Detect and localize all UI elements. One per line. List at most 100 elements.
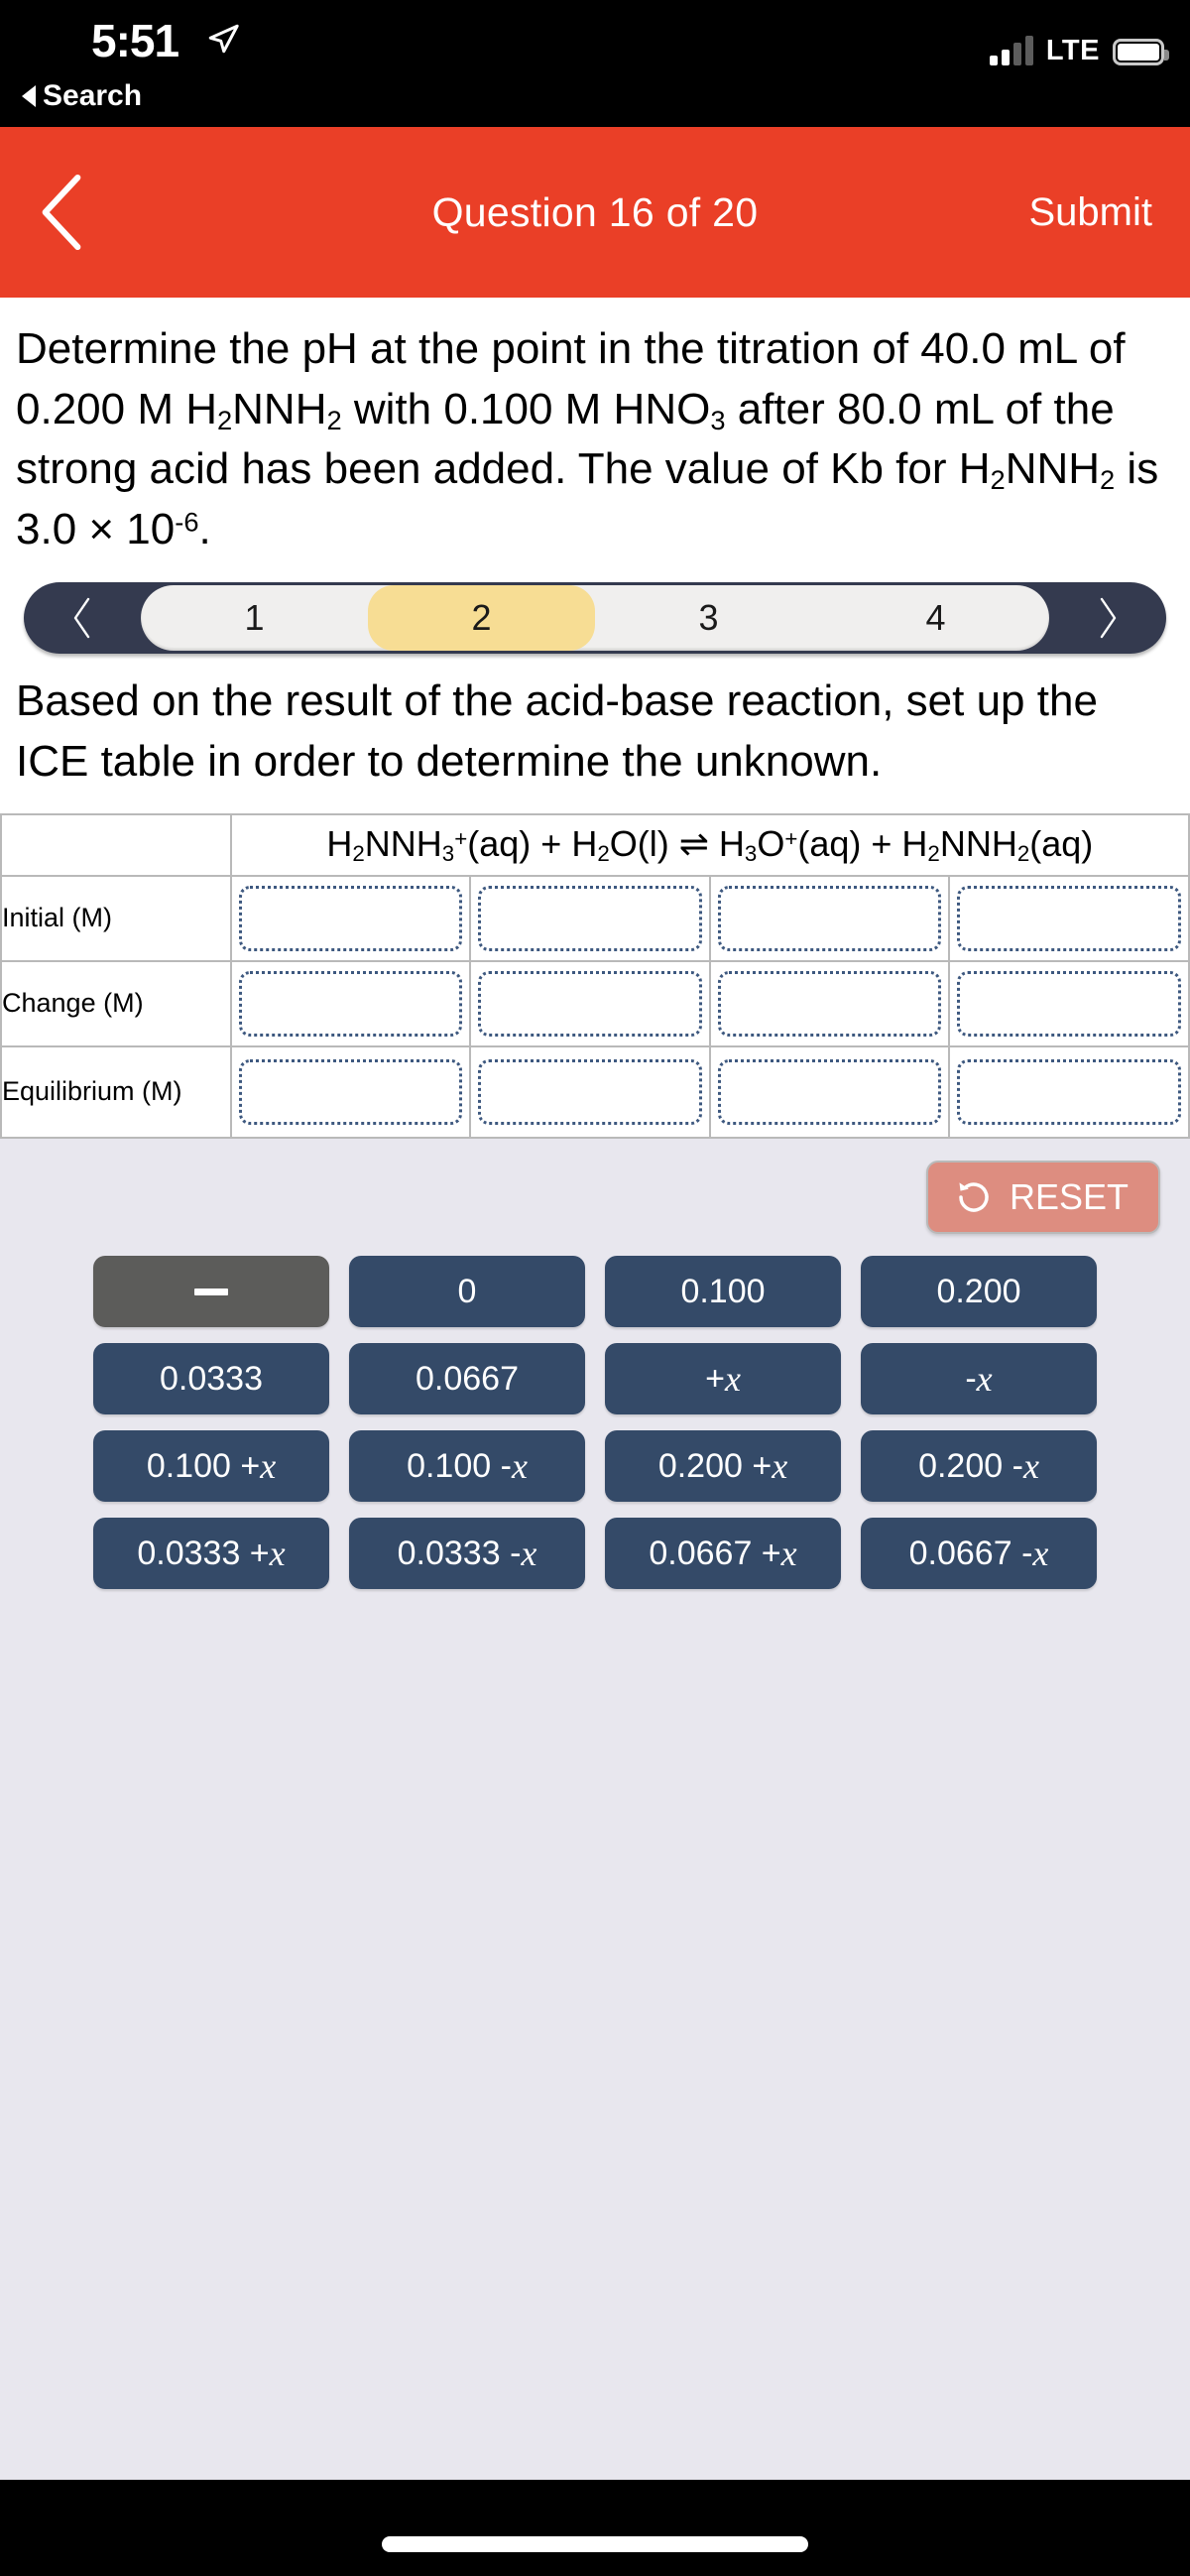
home-bar[interactable] xyxy=(382,2536,808,2552)
back-to-search-link[interactable]: Search xyxy=(22,79,142,113)
question-segment: with 0.100 M HNO xyxy=(341,384,711,433)
answer-tile-grid: 0 0.100 0.200 0.0333 0.0667 + x - x 0.100 + x 0.10… xyxy=(0,1234,1190,1589)
drop-zone[interactable] xyxy=(717,1059,942,1126)
tile-variable: x xyxy=(772,1446,788,1486)
page-title: Question 16 of 20 xyxy=(431,188,759,235)
tile-label: 0.0333 - xyxy=(397,1533,522,1572)
rotate-ccw-icon xyxy=(959,1182,989,1212)
step-track: 1 2 3 4 xyxy=(141,584,1049,651)
tile-variable: x xyxy=(1022,1446,1039,1486)
answer-tile[interactable]: 0.0333 - x xyxy=(349,1518,585,1589)
drop-cell-initial-4[interactable] xyxy=(948,875,1190,963)
question-segment: NNH xyxy=(232,384,327,433)
step-next-button[interactable] xyxy=(1049,582,1166,654)
drop-cell-change-2[interactable] xyxy=(469,960,711,1048)
drop-zone[interactable] xyxy=(478,1059,702,1126)
answer-tile[interactable]: 0.0667 + x xyxy=(605,1518,841,1589)
drop-zone[interactable] xyxy=(717,886,942,952)
drop-cell-equilibrium-2[interactable] xyxy=(469,1045,711,1140)
drop-zone[interactable] xyxy=(957,1059,1181,1126)
answer-tile[interactable]: 0.100 xyxy=(605,1256,841,1327)
answer-tile[interactable]: 0.100 + x xyxy=(93,1430,329,1502)
reset-button[interactable]: RESET xyxy=(925,1161,1160,1234)
table-row: Initial (M) xyxy=(0,875,1190,963)
drop-cell-change-3[interactable] xyxy=(708,960,951,1048)
tile-label: 0.200 + xyxy=(657,1446,773,1485)
tile-variable: x xyxy=(976,1359,993,1399)
table-row: Equilibrium (M) xyxy=(0,1045,1190,1140)
drop-zone[interactable] xyxy=(957,971,1181,1038)
equation-reactant-1: H2NNH3+(aq) xyxy=(326,823,532,867)
instruction-text: Based on the result of the acid-base rea… xyxy=(16,675,1098,786)
chevron-left-icon xyxy=(73,597,90,639)
drop-zone[interactable] xyxy=(238,1059,463,1126)
equation-product-2: H2NNH2(aq) xyxy=(901,823,1094,867)
step-navigator-wrapper: 1 2 3 4 xyxy=(0,560,1190,654)
ice-table-wrapper: H2NNH3+(aq) + H2O(l) ⇌ H3O+(aq) + H2NNH2… xyxy=(0,813,1190,1140)
tile-label: 0.100 xyxy=(680,1272,766,1310)
tile-label: 0.100 - xyxy=(407,1446,512,1485)
question-prompt: Determine the pH at the point in the tit… xyxy=(0,298,1190,560)
answer-tile[interactable]: 0.0667 - x xyxy=(861,1518,1097,1589)
question-body: Determine the pH at the point in the tit… xyxy=(0,298,1190,1140)
step-navigator: 1 2 3 4 xyxy=(24,581,1166,654)
answer-tile[interactable]: 0.200 xyxy=(861,1256,1097,1327)
row-label-change: Change (M) xyxy=(0,960,232,1048)
answer-tile[interactable]: 0.0333 + x xyxy=(93,1518,329,1589)
tile-variable: x xyxy=(511,1446,528,1486)
answer-tile[interactable]: 0.100 - x xyxy=(349,1430,585,1502)
drop-cell-equilibrium-3[interactable] xyxy=(708,1045,951,1140)
drop-zone[interactable] xyxy=(478,971,702,1038)
app-header-bar: Question 16 of 20 Submit xyxy=(0,127,1190,298)
step-item-4[interactable]: 4 xyxy=(822,585,1049,651)
step-item-2[interactable]: 2 xyxy=(368,584,595,651)
drop-cell-initial-3[interactable] xyxy=(708,875,951,963)
back-to-search-label: Search xyxy=(43,79,143,112)
question-segment: 2 xyxy=(1100,464,1116,496)
step-item-3[interactable]: 3 xyxy=(595,585,822,651)
answer-tile[interactable]: + x xyxy=(605,1343,841,1414)
tile-label: 0.200 - xyxy=(918,1446,1023,1485)
ice-corner-cell xyxy=(0,813,232,878)
drop-zone[interactable] xyxy=(238,886,463,952)
triangle-left-icon xyxy=(22,85,36,107)
chevron-right-icon xyxy=(1100,597,1117,639)
answer-tile[interactable]: 0.200 + x xyxy=(605,1430,841,1502)
drop-cell-equilibrium-1[interactable] xyxy=(229,1045,472,1140)
drop-zone[interactable] xyxy=(238,971,463,1038)
drop-zone[interactable] xyxy=(717,971,942,1038)
answer-tile[interactable]: 0.200 - x xyxy=(861,1430,1097,1502)
answer-tile[interactable]: -x xyxy=(861,1343,1097,1414)
tile-label: 0.0667 xyxy=(416,1359,519,1398)
phone-screen: 5:51 Search LTE Question 16 of 20 Submit… xyxy=(0,0,1190,2576)
question-segment: -6 xyxy=(175,506,199,538)
equation-arrow: ⇌ xyxy=(668,823,719,865)
reset-label: RESET xyxy=(1009,1176,1129,1217)
equation-plus-1: + xyxy=(531,823,572,865)
step-item-1[interactable]: 1 xyxy=(141,585,368,651)
drop-cell-change-1[interactable] xyxy=(229,960,472,1048)
question-segment: 2 xyxy=(216,404,233,435)
step-prev-button[interactable] xyxy=(24,582,141,654)
answer-tile[interactable] xyxy=(93,1256,329,1327)
drop-cell-initial-1[interactable] xyxy=(229,875,472,963)
tile-variable: x xyxy=(269,1533,286,1573)
tile-label: 0.0333 + xyxy=(137,1533,270,1572)
answer-tile[interactable]: 0.0333 xyxy=(93,1343,329,1414)
drop-zone[interactable] xyxy=(478,886,702,952)
answer-tile[interactable]: 0 xyxy=(349,1256,585,1327)
tile-label: 0.0667 + xyxy=(649,1533,781,1572)
question-segment: . xyxy=(198,505,211,554)
status-time: 5:51 xyxy=(91,15,179,66)
table-row: Change (M) xyxy=(0,960,1190,1048)
tile-label: 0.100 + xyxy=(146,1446,261,1485)
drop-zone[interactable] xyxy=(957,886,1181,952)
submit-button[interactable]: Submit xyxy=(1029,127,1153,298)
drop-cell-equilibrium-4[interactable] xyxy=(948,1045,1190,1140)
drop-cell-initial-2[interactable] xyxy=(469,875,711,963)
drop-cell-change-4[interactable] xyxy=(948,960,1190,1048)
answer-tile[interactable]: 0.0667 xyxy=(349,1343,585,1414)
ios-status-bar: 5:51 Search LTE xyxy=(0,0,1190,127)
tile-label: 0.0333 xyxy=(160,1359,263,1398)
tile-variable: x xyxy=(521,1533,537,1573)
